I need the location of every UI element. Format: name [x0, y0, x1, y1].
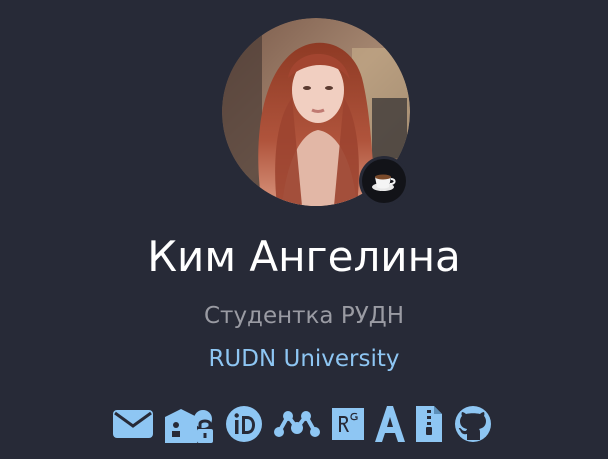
avatar-container: [222, 18, 410, 206]
email-link[interactable]: [112, 402, 154, 446]
profile-card: Ким Ангелина Студентка РУДН RUDN Univers…: [0, 0, 608, 459]
github-link[interactable]: [453, 402, 493, 446]
researchgate-link[interactable]: [330, 402, 366, 446]
email-icon: [113, 410, 153, 438]
profile-title: Студентка РУДН: [203, 303, 404, 329]
orcid-link[interactable]: [224, 402, 264, 446]
profile-name: Ким Ангелина: [147, 232, 461, 281]
github-icon: [455, 406, 491, 442]
affiliation-link[interactable]: RUDN University: [0, 343, 608, 375]
cv-link[interactable]: [414, 402, 444, 446]
status-badge: [359, 156, 409, 206]
orcid-icon: [226, 406, 262, 442]
academia-link[interactable]: [375, 402, 405, 446]
mendeley-icon: [274, 411, 320, 437]
researchgate-icon: [332, 408, 364, 440]
cv-icon: [416, 406, 442, 442]
google-scholar-link[interactable]: [163, 402, 215, 446]
mendeley-link[interactable]: [273, 402, 321, 446]
coffee-icon: [372, 174, 396, 191]
google-scholar-icon: [165, 409, 213, 443]
social-links: [112, 402, 502, 446]
academia-icon: [375, 406, 405, 442]
status-badge-inner: [362, 159, 406, 203]
